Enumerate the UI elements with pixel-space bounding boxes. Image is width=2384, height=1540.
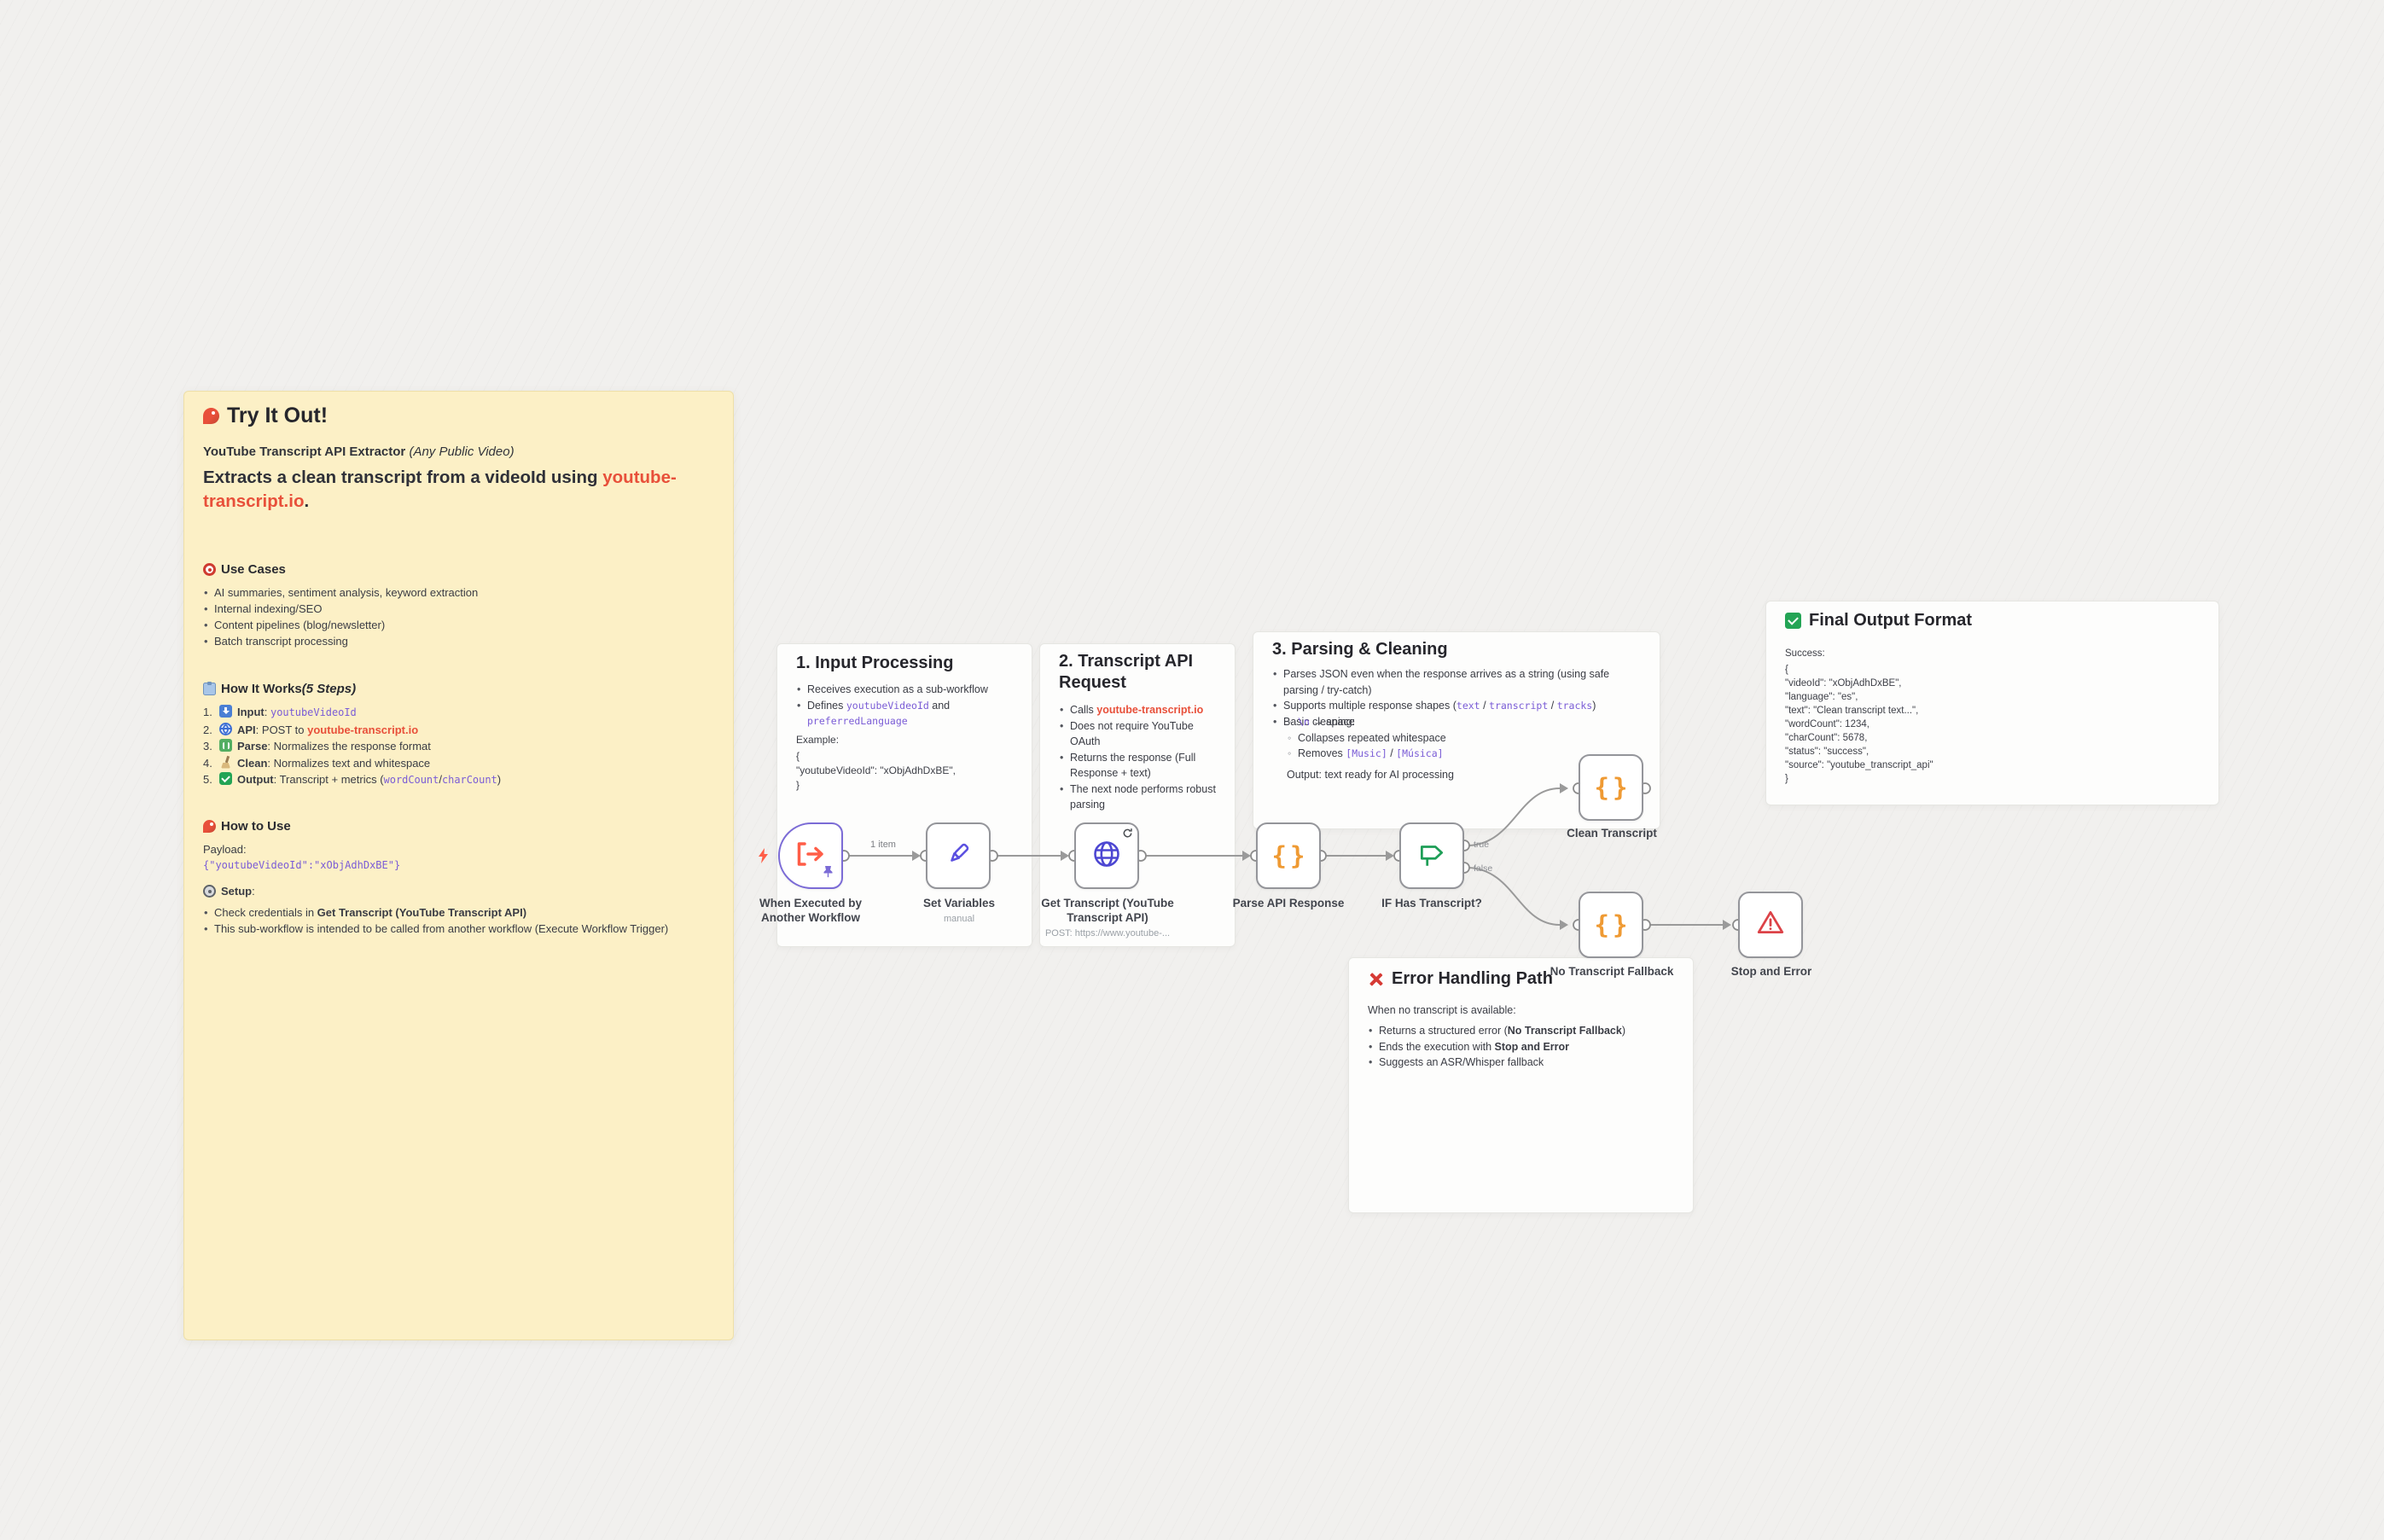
code-braces-icon: {}	[1269, 841, 1309, 870]
node-set-variables[interactable]	[926, 822, 991, 889]
retry-on-fail-icon	[1122, 828, 1133, 843]
trigger-lightning-icon[interactable]	[758, 848, 769, 868]
node-if-has-transcript[interactable]	[1399, 822, 1464, 889]
edit-fields-pencil-icon	[944, 840, 973, 873]
n8n-canvas[interactable]: { "app": {"name": "n8n workflow canvas"}…	[0, 0, 2384, 1540]
connections-layer	[0, 0, 2384, 1540]
code-braces-icon: {}	[1591, 773, 1631, 802]
if-false-label: false	[1474, 863, 1492, 874]
if-true-label: true	[1474, 840, 1489, 850]
if-signpost-icon	[1416, 839, 1447, 874]
node-clean-transcript[interactable]: {}	[1579, 754, 1643, 821]
http-request-globe-icon	[1091, 839, 1122, 874]
node-sublabel: POST: https://www.youtube-...	[997, 927, 1218, 941]
code-braces-icon: {}	[1591, 910, 1631, 939]
connection-items-label: 1 item	[858, 840, 909, 850]
node-get-transcript-http[interactable]	[1074, 822, 1139, 889]
node-no-transcript-fallback[interactable]: {}	[1579, 892, 1643, 958]
pinned-data-icon	[822, 865, 834, 882]
node-label-stop-and-error: Stop and Error	[1660, 964, 1882, 979]
node-when-executed-by-another-workflow[interactable]	[778, 822, 843, 889]
node-label-if-has-transcript: IF Has Transcript?	[1321, 896, 1543, 910]
node-parse-api-response[interactable]: {}	[1256, 822, 1321, 889]
node-stop-and-error[interactable]	[1738, 892, 1803, 958]
error-warning-triangle-icon	[1755, 908, 1786, 943]
node-label-clean-transcript: Clean Transcript	[1501, 826, 1723, 840]
